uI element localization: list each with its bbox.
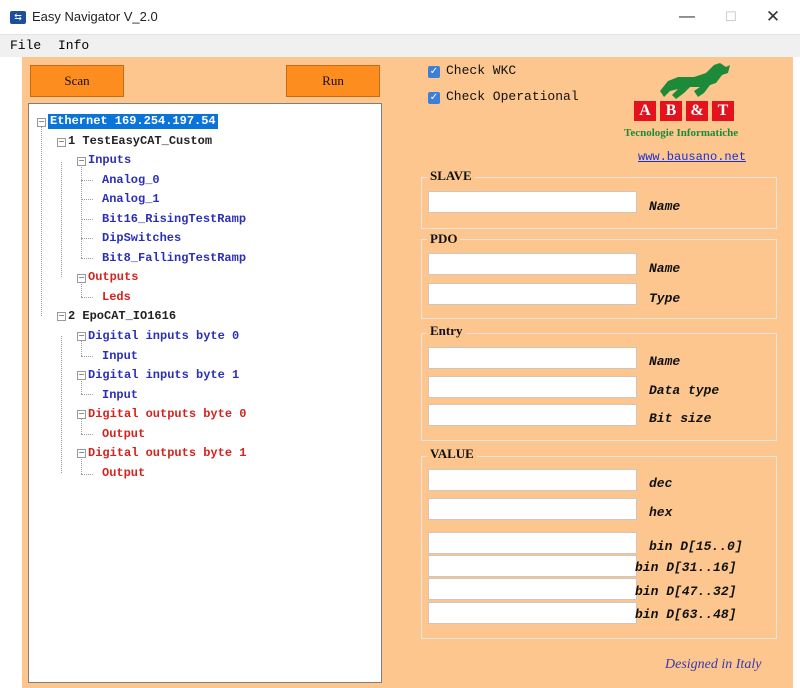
- check-operational-checkbox[interactable]: ✓: [428, 92, 440, 104]
- value-bin-3-field[interactable]: [428, 602, 637, 624]
- tree-expander[interactable]: −: [77, 274, 86, 283]
- value-bin-3-label: bin D[63..48]: [635, 607, 737, 622]
- tree-expander[interactable]: −: [57, 138, 66, 147]
- entry-datatype-label: Data type: [649, 383, 720, 398]
- tree-connector: [81, 356, 93, 357]
- entry-name-label: Name: [649, 354, 681, 369]
- value-hex-label: hex: [649, 505, 673, 520]
- tree-connector: [81, 219, 93, 220]
- logo-letter-a: A: [634, 101, 656, 121]
- tree-node-root[interactable]: Ethernet 169.254.197.54: [48, 114, 218, 129]
- value-dec-label: dec: [649, 476, 673, 491]
- tree-expander[interactable]: −: [77, 449, 86, 458]
- tree-expander[interactable]: −: [77, 157, 86, 166]
- tree-expander[interactable]: −: [37, 118, 46, 127]
- logo-ampersand: &: [686, 101, 708, 121]
- tree-connector: [81, 162, 82, 258]
- pdo-group-title: PDO: [427, 231, 461, 247]
- tree-node-bit8[interactable]: Bit8_FallingTestRamp: [102, 251, 246, 266]
- tree-expander[interactable]: −: [77, 410, 86, 419]
- slave-group-title: SLAVE: [427, 168, 475, 184]
- tree-node-inputs[interactable]: Inputs: [88, 153, 131, 168]
- menu-bar: File Info: [0, 34, 800, 57]
- check-operational-label[interactable]: Check Operational: [446, 89, 579, 104]
- pdo-name-field[interactable]: [428, 253, 637, 275]
- maximize-button[interactable]: ☐: [708, 0, 754, 34]
- value-group-title: VALUE: [427, 446, 477, 462]
- pdo-name-label: Name: [649, 261, 681, 276]
- tree-expander[interactable]: −: [77, 332, 86, 341]
- value-bin-0-field[interactable]: [428, 532, 637, 554]
- value-bin-1-label: bin D[31..16]: [635, 560, 737, 575]
- tree-node-dipswitches[interactable]: DipSwitches: [102, 231, 181, 246]
- tree-node-dout-1[interactable]: Digital outputs byte 1: [88, 446, 246, 461]
- menu-file[interactable]: File: [10, 38, 41, 53]
- tree-node-analog-0[interactable]: Analog_0: [102, 173, 160, 188]
- horse-logo-icon: [660, 63, 730, 99]
- value-bin-2-field[interactable]: [428, 578, 637, 600]
- entry-name-field[interactable]: [428, 347, 637, 369]
- menu-info[interactable]: Info: [58, 38, 89, 53]
- tree-connector: [41, 124, 42, 316]
- network-tree[interactable]: − − − − − − − − − Ethernet 169.254.197.5…: [28, 103, 382, 683]
- tree-connector: [81, 394, 93, 395]
- pdo-group: [421, 239, 777, 319]
- slave-name-field[interactable]: [428, 191, 637, 213]
- pdo-type-label: Type: [649, 291, 681, 306]
- tree-connector: [81, 258, 93, 259]
- entry-bitsize-field[interactable]: [428, 404, 637, 426]
- value-dec-field[interactable]: [428, 469, 637, 491]
- window-title: Easy Navigator V_2.0: [32, 9, 158, 24]
- tree-node-outputs[interactable]: Outputs: [88, 270, 138, 285]
- tree-node-din-1-input[interactable]: Input: [102, 388, 138, 403]
- tree-node-dout-0-output[interactable]: Output: [102, 427, 145, 442]
- designed-in-italy: Designed in Italy: [665, 657, 762, 672]
- minimize-button[interactable]: —: [664, 0, 710, 34]
- tree-node-dout-0[interactable]: Digital outputs byte 0: [88, 407, 246, 422]
- value-bin-2-label: bin D[47..32]: [635, 584, 737, 599]
- app-icon: ⇆: [10, 11, 26, 24]
- tree-connector: [81, 238, 93, 239]
- tree-node-din-0-input[interactable]: Input: [102, 349, 138, 364]
- tree-node-bit16[interactable]: Bit16_RisingTestRamp: [102, 212, 246, 227]
- entry-bitsize-label: Bit size: [649, 411, 712, 426]
- check-wkc-checkbox[interactable]: ✓: [428, 66, 440, 78]
- close-button[interactable]: ✕: [750, 0, 796, 34]
- tree-connector: [81, 474, 93, 475]
- run-button[interactable]: Run: [286, 65, 380, 97]
- tree-node-analog-1[interactable]: Analog_1: [102, 192, 160, 207]
- tree-connector: [81, 180, 93, 181]
- website-link[interactable]: www.bausano.net: [638, 150, 746, 164]
- tree-node-dout-1-output[interactable]: Output: [102, 466, 145, 481]
- tree-connector: [61, 162, 62, 277]
- logo-letter-b: B: [660, 101, 682, 121]
- tree-node-din-1[interactable]: Digital inputs byte 1: [88, 368, 239, 383]
- tree-connector: [61, 336, 62, 473]
- tree-connector: [81, 434, 93, 435]
- tree-node-slave-2[interactable]: 2 EpoCAT_IO1616: [68, 309, 176, 324]
- logo-subtitle: Tecnologie Informatiche: [624, 127, 739, 139]
- app-window: ⇆ Easy Navigator V_2.0 — ☐ ✕ File Info S…: [0, 0, 800, 688]
- entry-group-title: Entry: [427, 323, 466, 339]
- scan-button[interactable]: Scan: [30, 65, 124, 97]
- value-bin-1-field[interactable]: [428, 555, 637, 577]
- slave-name-label: Name: [649, 199, 681, 214]
- tree-expander[interactable]: −: [57, 312, 66, 321]
- tree-connector: [81, 199, 93, 200]
- tree-node-din-0[interactable]: Digital inputs byte 0: [88, 329, 239, 344]
- tree-node-leds[interactable]: Leds: [102, 290, 131, 305]
- check-wkc-label[interactable]: Check WKC: [446, 63, 516, 78]
- value-hex-field[interactable]: [428, 498, 637, 520]
- pdo-type-field[interactable]: [428, 283, 637, 305]
- entry-datatype-field[interactable]: [428, 376, 637, 398]
- tree-node-slave-1[interactable]: 1 TestEasyCAT_Custom: [68, 134, 212, 149]
- main-panel: Scan Run − − − − − − − − − Ethernet 169.…: [22, 57, 793, 688]
- tree-expander[interactable]: −: [77, 371, 86, 380]
- value-bin-0-label: bin D[15..0]: [649, 539, 743, 554]
- title-bar: ⇆ Easy Navigator V_2.0 — ☐ ✕: [0, 0, 800, 34]
- logo-letter-t: T: [712, 101, 734, 121]
- tree-connector: [81, 297, 93, 298]
